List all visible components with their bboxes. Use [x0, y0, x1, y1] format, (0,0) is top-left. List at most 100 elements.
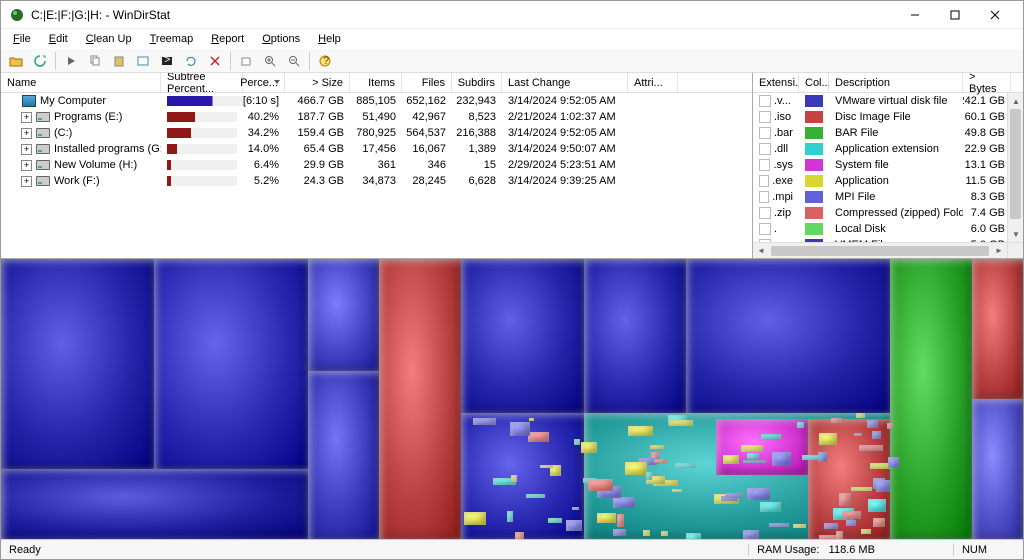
scroll-left-arrow[interactable]: ◄: [753, 243, 769, 259]
menu-treemap[interactable]: Treemap: [142, 31, 202, 47]
treemap-block[interactable]: [548, 518, 562, 523]
zoom-out-button[interactable]: [283, 51, 305, 71]
scroll-right-arrow[interactable]: ►: [991, 243, 1007, 259]
treemap-block[interactable]: [747, 453, 759, 458]
treemap-block[interactable]: [654, 459, 667, 463]
menu-edit[interactable]: Edit: [41, 31, 76, 47]
treemap-block[interactable]: [661, 531, 668, 536]
menu-options[interactable]: Options: [254, 31, 308, 47]
ext-scrollbar[interactable]: ▲ ▼: [1007, 93, 1023, 242]
treemap-block[interactable]: [723, 455, 739, 465]
treemap-block[interactable]: [867, 420, 878, 428]
treemap-block[interactable]: [574, 439, 580, 445]
treemap-block[interactable]: [613, 497, 635, 507]
treemap-block[interactable]: [769, 523, 789, 527]
ext-col[interactable]: Extensi...: [753, 73, 799, 92]
treemap-block[interactable]: [836, 531, 844, 539]
treemap-block[interactable]: [464, 512, 487, 524]
expand-icon[interactable]: +: [21, 176, 32, 187]
tree-body[interactable]: My Computer[6:10 s]466.7 GB885,105652,16…: [1, 93, 752, 258]
tree-row[interactable]: +Installed programs (G:)14.0%65.4 GB17,4…: [1, 141, 752, 157]
refresh-button[interactable]: [29, 51, 51, 71]
explorer-button[interactable]: [132, 51, 154, 71]
treemap-block[interactable]: [859, 445, 883, 452]
ext-row[interactable]: .barBAR File49.8 GB: [753, 125, 1023, 141]
treemap-block[interactable]: [851, 487, 872, 491]
treemap-block[interactable]: [842, 511, 860, 520]
treemap-block[interactable]: [1, 259, 154, 469]
treemap-block[interactable]: [772, 452, 791, 466]
treemap-block[interactable]: [529, 418, 534, 421]
expand-icon[interactable]: +: [21, 128, 32, 139]
treemap-block[interactable]: [646, 472, 652, 480]
treemap-block[interactable]: [873, 518, 884, 527]
treemap-block[interactable]: [511, 475, 517, 482]
expand-icon[interactable]: +: [21, 160, 32, 171]
ext-col[interactable]: Col...: [799, 73, 829, 92]
treemap-block[interactable]: [839, 493, 851, 507]
treemap-block[interactable]: [473, 418, 496, 425]
treemap-block[interactable]: [876, 480, 890, 492]
treemap-block[interactable]: [868, 499, 886, 512]
scroll-down-arrow[interactable]: ▼: [1008, 226, 1023, 242]
tree-col-perce[interactable]: Perce...: [243, 73, 285, 92]
treemap-block[interactable]: [515, 532, 524, 539]
treemap-block[interactable]: [597, 513, 616, 522]
treemap-block[interactable]: [872, 431, 881, 439]
treemap-block[interactable]: [617, 514, 624, 526]
ext-col[interactable]: > Bytes: [963, 73, 1011, 92]
treemap-block[interactable]: [669, 420, 693, 426]
treemap-block[interactable]: [741, 445, 762, 452]
tree-col-files[interactable]: Files: [402, 73, 452, 92]
tree-row[interactable]: +New Volume (H:)6.4%29.9 GB361346152/29/…: [1, 157, 752, 173]
treemap-block[interactable]: [510, 422, 531, 436]
scroll-thumb[interactable]: [1010, 109, 1021, 219]
copy-button[interactable]: [84, 51, 106, 71]
treemap-block[interactable]: [572, 507, 580, 511]
ext-row[interactable]: .v...VMware virtual disk file242.1 GB: [753, 93, 1023, 109]
treemap-block[interactable]: [888, 457, 899, 467]
treemap-block[interactable]: [725, 493, 744, 498]
menu-help[interactable]: Help: [310, 31, 349, 47]
open-button[interactable]: [5, 51, 27, 71]
close-button[interactable]: [975, 2, 1015, 28]
ext-row[interactable]: .sysSystem file13.1 GB: [753, 157, 1023, 173]
expand-icon[interactable]: +: [21, 112, 32, 123]
delete-button[interactable]: [204, 51, 226, 71]
treemap-block[interactable]: [584, 259, 686, 413]
minimize-button[interactable]: [895, 2, 935, 28]
treemap-view[interactable]: [1, 259, 1023, 539]
treemap-block[interactable]: [507, 511, 513, 522]
play-button[interactable]: [60, 51, 82, 71]
treemap-block[interactable]: [743, 530, 758, 539]
treemap-block[interactable]: [846, 520, 856, 526]
treemap-block[interactable]: [972, 259, 1023, 399]
treemap-block[interactable]: [526, 494, 546, 498]
tree-col-subtreepercent[interactable]: Subtree Percent...: [161, 73, 243, 92]
tree-row[interactable]: +(C:)34.2%159.4 GB780,925564,537216,3883…: [1, 125, 752, 141]
ext-row[interactable]: .mpiMPI File8.3 GB: [753, 189, 1023, 205]
treemap-block[interactable]: [793, 524, 806, 527]
treemap-block[interactable]: [566, 520, 582, 530]
scroll-up-arrow[interactable]: ▲: [1008, 93, 1023, 109]
treemap-block[interactable]: [308, 259, 380, 371]
treemap-block[interactable]: [628, 426, 653, 435]
treemap-block[interactable]: [154, 259, 307, 469]
tree-col-lastchange[interactable]: Last Change: [502, 73, 628, 92]
treemap-block[interactable]: [528, 432, 550, 443]
tree-col-name[interactable]: Name: [1, 73, 161, 92]
treemap-block[interactable]: [672, 489, 682, 492]
treemap-block[interactable]: [972, 399, 1023, 539]
cmd-button[interactable]: >: [156, 51, 178, 71]
treemap-block[interactable]: [890, 259, 972, 539]
treemap-block[interactable]: [760, 502, 781, 512]
tree-row[interactable]: +Work (F:)5.2%24.3 GB34,87328,2456,6283/…: [1, 173, 752, 189]
treemap-block[interactable]: [854, 433, 862, 437]
treemap-block[interactable]: [856, 413, 865, 417]
properties-button[interactable]: [235, 51, 257, 71]
treemap-block[interactable]: [747, 488, 770, 500]
treemap-block[interactable]: [675, 463, 696, 468]
treemap-block[interactable]: [686, 259, 890, 413]
treemap-block[interactable]: [461, 259, 584, 413]
tree-col-size[interactable]: > Size: [285, 73, 350, 92]
